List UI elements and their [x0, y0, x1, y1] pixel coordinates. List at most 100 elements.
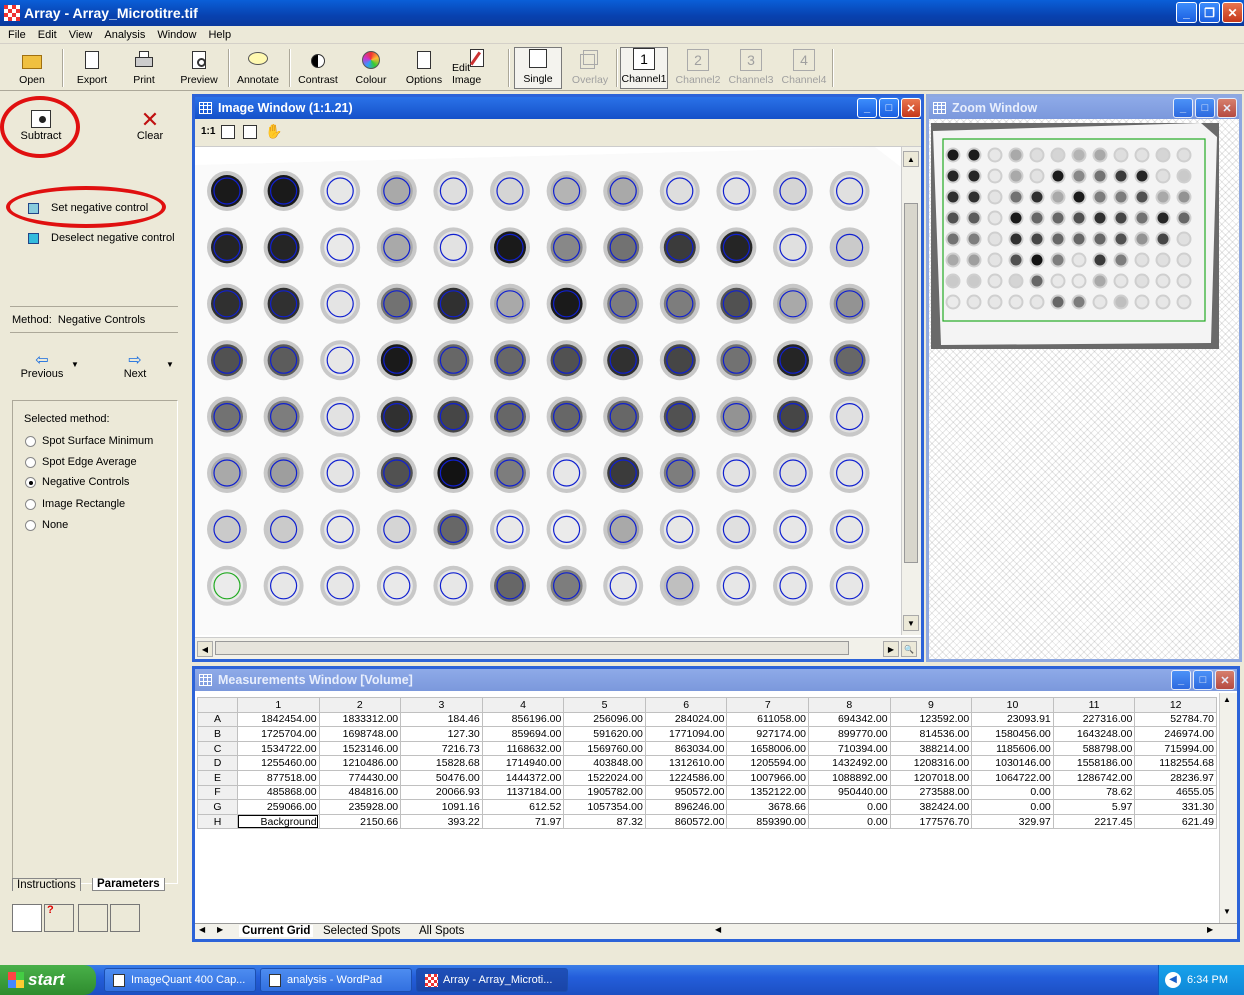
table-cell[interactable]: 177576.70 [889, 813, 973, 830]
table-cell[interactable]: 1643248.00 [1052, 726, 1136, 742]
row-header[interactable]: A [197, 711, 238, 728]
tab-scroll-right-icon[interactable]: ▶ [217, 925, 223, 934]
table-cell[interactable]: 1569760.00 [563, 740, 646, 757]
menu-window[interactable]: Window [151, 29, 202, 41]
tab-scroll-left-icon[interactable]: ◀ [199, 925, 205, 934]
table-cell[interactable]: 485868.00 [236, 784, 320, 801]
tab-selected-spots[interactable]: Selected Spots [323, 925, 400, 937]
hand-pan-icon[interactable]: ✋ [265, 123, 282, 140]
row-header[interactable]: H [197, 813, 238, 830]
table-cell[interactable]: 87.32 [563, 813, 646, 830]
print-button[interactable]: Print [124, 47, 164, 89]
preview-button[interactable]: Preview [176, 47, 222, 89]
table-cell[interactable]: 774430.00 [318, 769, 402, 786]
table-cell[interactable]: 20066.93 [400, 784, 483, 801]
measurements-maximize[interactable]: □ [1193, 670, 1213, 690]
table-cell[interactable]: 814536.00 [889, 726, 973, 742]
radio-none[interactable]: None [25, 519, 68, 531]
microtitre-image[interactable] [195, 147, 901, 635]
radio-image-rectangle[interactable]: Image Rectangle [25, 498, 125, 510]
table-cell[interactable]: 950572.00 [644, 784, 728, 801]
contrast-button[interactable]: Contrast [295, 47, 341, 89]
table-cell[interactable]: 899770.00 [808, 726, 891, 742]
table-cell[interactable]: 1523146.00 [318, 740, 402, 757]
table-cell[interactable]: 1208316.00 [889, 755, 973, 771]
colour-button[interactable]: Colour [350, 47, 392, 89]
table-cell[interactable]: 1522024.00 [563, 769, 646, 786]
row-header[interactable]: D [197, 755, 238, 771]
table-cell[interactable]: 1030146.00 [971, 755, 1054, 771]
image-horizontal-scrollbar[interactable]: ◀ ▶ 🔍 [195, 637, 921, 659]
table-cell[interactable]: 0.00 [971, 799, 1054, 815]
table-cell[interactable]: 1905782.00 [563, 784, 646, 801]
tab-instructions[interactable]: Instructions [12, 878, 81, 891]
table-cell[interactable]: 246974.00 [1134, 726, 1217, 742]
table-cell[interactable]: 1432492.00 [808, 755, 891, 771]
measurements-vertical-scrollbar[interactable]: ▲ ▼ [1219, 693, 1237, 923]
table-cell[interactable]: 588798.00 [1052, 740, 1136, 757]
zoom-fit-icon[interactable] [221, 125, 235, 139]
row-header[interactable]: B [197, 726, 238, 742]
channel2-button[interactable]: 2 Channel2 [674, 47, 722, 89]
radio-spot-surface-minimum[interactable]: Spot Surface Minimum [25, 435, 153, 447]
channel1-button[interactable]: 1 Channel1 [620, 47, 668, 89]
meas-scroll-up-icon[interactable]: ▲ [1223, 695, 1231, 704]
column-header[interactable]: 8 [808, 697, 891, 713]
column-header[interactable]: 3 [400, 697, 483, 713]
table-cell[interactable]: 1352122.00 [726, 784, 810, 801]
tab-parameters[interactable]: Parameters [92, 878, 165, 891]
row-header[interactable]: E [197, 769, 238, 786]
table-cell[interactable]: 259066.00 [236, 799, 320, 815]
column-header[interactable]: 7 [726, 697, 810, 713]
table-cell[interactable]: 1088892.00 [808, 769, 891, 786]
table-view-icon[interactable] [110, 904, 140, 932]
column-header[interactable]: 6 [644, 697, 728, 713]
annotate-button[interactable]: Annotate [234, 47, 282, 89]
zoom-window-title-bar[interactable]: Zoom Window _ □ ✕ [929, 97, 1239, 119]
open-button[interactable]: Open [10, 47, 54, 89]
scroll-down-arrow-icon[interactable]: ▼ [903, 615, 919, 631]
table-cell[interactable]: 4655.05 [1134, 784, 1217, 801]
table-cell[interactable]: 28236.97 [1134, 769, 1217, 786]
table-cell[interactable]: 611058.00 [726, 711, 810, 728]
column-header[interactable]: 10 [971, 697, 1054, 713]
overlay-button[interactable]: Overlay [566, 47, 614, 89]
horizontal-scroll-thumb[interactable] [215, 641, 849, 655]
zoom-window-close[interactable]: ✕ [1217, 98, 1237, 118]
table-cell[interactable]: 1286742.00 [1052, 769, 1136, 786]
table-cell[interactable]: 403848.00 [563, 755, 646, 771]
radio-negative-controls[interactable]: Negative Controls [25, 476, 129, 488]
tray-back-icon[interactable]: ◀ [1165, 972, 1181, 988]
table-cell[interactable]: 1534722.00 [236, 740, 320, 757]
column-header[interactable]: 12 [1134, 697, 1217, 713]
scroll-up-arrow-icon[interactable]: ▲ [903, 151, 919, 167]
restore-button[interactable]: ❐ [1199, 2, 1220, 23]
single-view-button[interactable]: Single [514, 47, 562, 89]
image-window-minimize[interactable]: _ [857, 98, 877, 118]
next-dropdown-icon[interactable]: ▼ [166, 360, 174, 369]
clear-button[interactable]: ✕ Clear [130, 109, 170, 143]
table-cell[interactable]: 484816.00 [318, 784, 402, 801]
menu-file[interactable]: File [2, 29, 32, 41]
close-button[interactable]: ✕ [1222, 2, 1243, 23]
table-cell[interactable]: 694342.00 [808, 711, 891, 728]
table-cell[interactable]: 1255460.00 [236, 755, 320, 771]
table-cell[interactable]: 331.30 [1134, 799, 1217, 815]
options-button[interactable]: Options [402, 47, 446, 89]
task-wordpad[interactable]: analysis - WordPad [260, 968, 412, 992]
table-cell[interactable]: 1444372.00 [481, 769, 565, 786]
previous-button[interactable]: ⇦ Previous [18, 353, 66, 381]
zoom-window-minimize[interactable]: _ [1173, 98, 1193, 118]
next-button[interactable]: ⇨ Next [115, 353, 155, 381]
set-negative-control-button[interactable]: Set negative control [28, 202, 148, 214]
minimize-button[interactable]: _ [1176, 2, 1197, 23]
table-cell[interactable]: 1205594.00 [726, 755, 810, 771]
table-cell[interactable]: 715994.00 [1134, 740, 1217, 757]
table-cell[interactable]: 15828.68 [400, 755, 483, 771]
table-cell[interactable]: 78.62 [1052, 784, 1136, 801]
table-cell[interactable]: 1091.16 [400, 799, 483, 815]
table-cell[interactable]: 3678.66 [726, 799, 810, 815]
table-cell[interactable]: 1182554.68 [1134, 755, 1217, 771]
table-cell[interactable]: 256096.00 [563, 711, 646, 728]
radio-spot-edge-average[interactable]: Spot Edge Average [25, 456, 137, 468]
